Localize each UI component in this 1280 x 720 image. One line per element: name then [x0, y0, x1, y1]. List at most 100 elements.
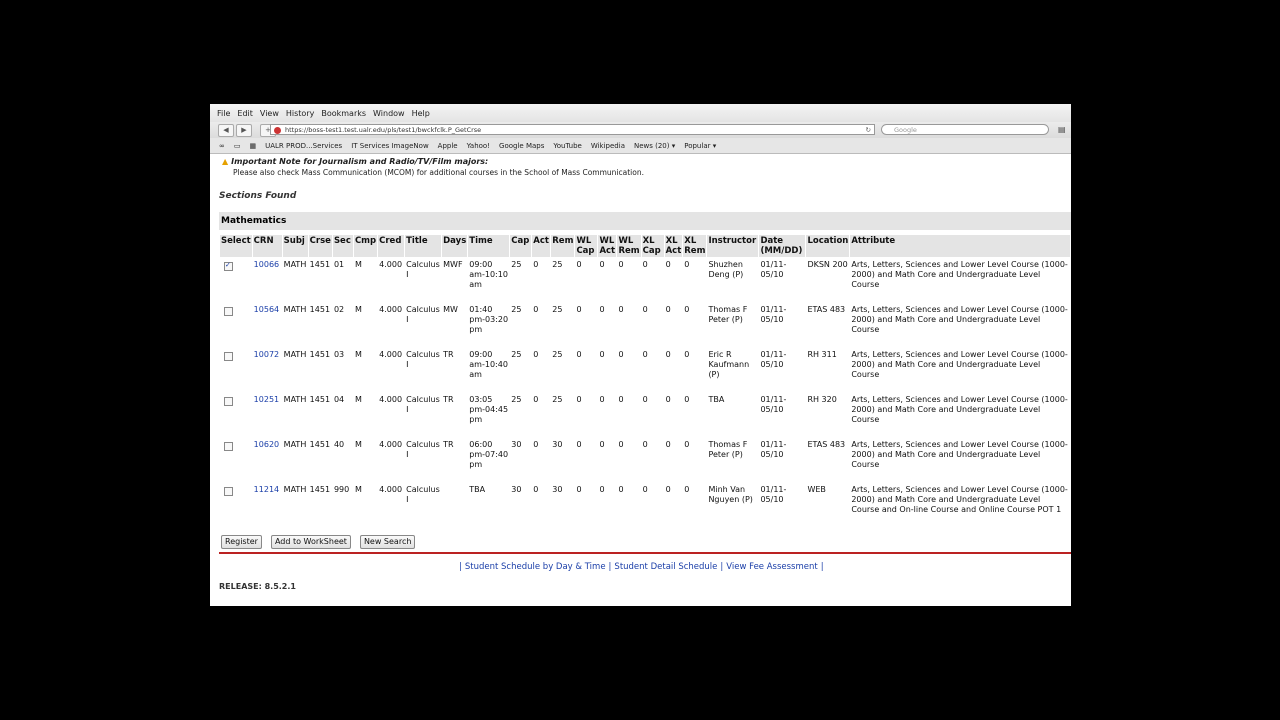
- sec-cell: 02: [333, 305, 345, 314]
- menu-history[interactable]: History: [286, 109, 314, 118]
- bookmarks-icon[interactable]: ▭: [234, 142, 241, 150]
- forward-icon[interactable]: ▶: [236, 123, 252, 137]
- attribute-cell: Arts, Letters, Sciences and Lower Level …: [851, 440, 1068, 469]
- column-header: XL Rem: [683, 235, 707, 257]
- cred-cell: 4.000: [379, 260, 403, 269]
- cred-cell: 4.000: [379, 485, 403, 494]
- column-header: WL Cap: [575, 235, 598, 257]
- act-cell: 0: [533, 260, 539, 269]
- crn-link[interactable]: 10564: [254, 305, 279, 314]
- cap-cell: 25: [511, 305, 522, 314]
- wlcap-cell: 0: [576, 260, 582, 269]
- register-button[interactable]: Register: [221, 535, 262, 549]
- table-header-row: Select CRN Subj Crse Sec Cmp Cred Title Days Time…: [220, 235, 1070, 257]
- xlrem-cell: 0: [684, 305, 690, 314]
- search-input[interactable]: Google: [881, 124, 1049, 135]
- select-checkbox[interactable]: [224, 487, 233, 496]
- location-cell: DKSN 200: [807, 260, 848, 269]
- warning-icon: ▲: [222, 157, 229, 166]
- page-menu-icon[interactable]: ▤: [1058, 125, 1066, 134]
- bookmark-youtube[interactable]: YouTube: [553, 142, 581, 150]
- navigation-bar: ◀ ▶ + https://boss-test1.test.ualr.edu/p…: [210, 122, 1071, 138]
- xlact-cell: 0: [665, 350, 671, 359]
- attribute-cell: Arts, Letters, Sciences and Lower Level …: [851, 485, 1068, 514]
- link-student-detail-schedule[interactable]: Student Detail Schedule: [614, 562, 717, 572]
- column-header: Sec: [332, 235, 353, 257]
- reader-icon[interactable]: ∞: [219, 142, 225, 150]
- select-cell: [220, 438, 252, 482]
- footer-links: | Student Schedule by Day & Time | Student …: [459, 562, 824, 572]
- wlrem-cell: 0: [618, 260, 624, 269]
- bookmark-popular[interactable]: Popular ▾: [684, 142, 716, 150]
- crn-link[interactable]: 10072: [254, 350, 279, 359]
- crn-link[interactable]: 10620: [254, 440, 279, 449]
- table-row: 11214 MATH 1451 990 M 4.000 Calculus I TBA 30 0 30…: [220, 483, 1070, 527]
- select-cell: [220, 258, 252, 302]
- menu-help[interactable]: Help: [412, 109, 430, 118]
- menu-edit[interactable]: Edit: [237, 109, 253, 118]
- top-sites-icon[interactable]: ▦: [249, 142, 256, 150]
- bookmark-ualr-prod[interactable]: UALR PROD...Services: [265, 142, 342, 150]
- select-checkbox[interactable]: [224, 397, 233, 406]
- sec-cell: 04: [333, 395, 345, 404]
- table-row: 10620 MATH 1451 40 M 4.000 Calculus I TR 06:00 p…: [220, 438, 1070, 482]
- date-cell: 01/11-05/10: [760, 485, 787, 504]
- days-cell: TR: [443, 440, 454, 449]
- add-to-worksheet-button[interactable]: Add to WorkSheet: [270, 535, 351, 549]
- xlrem-cell: 0: [684, 440, 690, 449]
- back-icon[interactable]: ◀: [218, 123, 234, 137]
- crse-cell: 1451: [309, 305, 331, 314]
- menu-bookmarks[interactable]: Bookmarks: [321, 109, 366, 118]
- bookmark-yahoo[interactable]: Yahoo!: [467, 142, 490, 150]
- location-cell: RH 311: [807, 350, 837, 359]
- address-bar[interactable]: https://boss-test1.test.ualr.edu/pls/tes…: [270, 124, 875, 135]
- xlcap-cell: 0: [642, 395, 648, 404]
- sec-cell: 01: [333, 260, 345, 269]
- new-search-button[interactable]: New Search: [359, 535, 416, 549]
- select-cell: [220, 348, 252, 392]
- crn-cell: 11214: [253, 483, 282, 527]
- xlrem-cell: 0: [684, 485, 690, 494]
- bookmark-wikipedia[interactable]: Wikipedia: [591, 142, 625, 150]
- xlact-cell: 0: [665, 440, 671, 449]
- column-header: Rem: [551, 235, 575, 257]
- instructor-cell: Minh Van Nguyen (P): [708, 485, 753, 504]
- days-cell: TR: [443, 395, 454, 404]
- cred-cell: 4.000: [379, 395, 403, 404]
- column-header: Time: [468, 235, 510, 257]
- cap-cell: 25: [511, 260, 522, 269]
- link-student-schedule[interactable]: Student Schedule by Day & Time: [465, 562, 606, 572]
- bookmark-google-maps[interactable]: Google Maps: [499, 142, 544, 150]
- sec-cell: 40: [333, 440, 345, 449]
- xlact-cell: 0: [665, 305, 671, 314]
- column-header: Date (MM/DD): [759, 235, 806, 257]
- menu-window[interactable]: Window: [373, 109, 405, 118]
- select-checkbox[interactable]: [224, 260, 233, 271]
- wlcap-cell: 0: [576, 485, 582, 494]
- crn-cell: 10072: [253, 348, 282, 392]
- cred-cell: 4.000: [379, 305, 403, 314]
- column-header: XL Act: [664, 235, 683, 257]
- note-title: Important Note for Journalism and Radio/…: [231, 157, 489, 166]
- bookmark-apple[interactable]: Apple: [438, 142, 458, 150]
- menu-view[interactable]: View: [260, 109, 279, 118]
- select-checkbox[interactable]: [224, 352, 233, 361]
- act-cell: 0: [533, 395, 539, 404]
- cap-cell: 25: [511, 350, 522, 359]
- cmp-cell: M: [354, 350, 362, 359]
- bookmark-news[interactable]: News (20) ▾: [634, 142, 675, 150]
- crn-cell: 10620: [253, 438, 282, 482]
- title-cell: Calculus I: [406, 350, 440, 369]
- crn-link[interactable]: 11214: [254, 485, 279, 494]
- reload-icon[interactable]: ↻: [866, 125, 871, 136]
- link-view-fee-assessment[interactable]: View Fee Assessment: [726, 562, 817, 572]
- subj-cell: MATH: [283, 440, 307, 449]
- crn-link[interactable]: 10251: [254, 395, 279, 404]
- crn-link[interactable]: 10066: [254, 260, 279, 269]
- select-checkbox[interactable]: [224, 442, 233, 451]
- search-placeholder: Google: [894, 126, 917, 134]
- menu-file[interactable]: File: [217, 109, 230, 118]
- wlact-cell: 0: [599, 485, 605, 494]
- select-checkbox[interactable]: [224, 307, 233, 316]
- bookmark-it-services[interactable]: IT Services ImageNow: [351, 142, 428, 150]
